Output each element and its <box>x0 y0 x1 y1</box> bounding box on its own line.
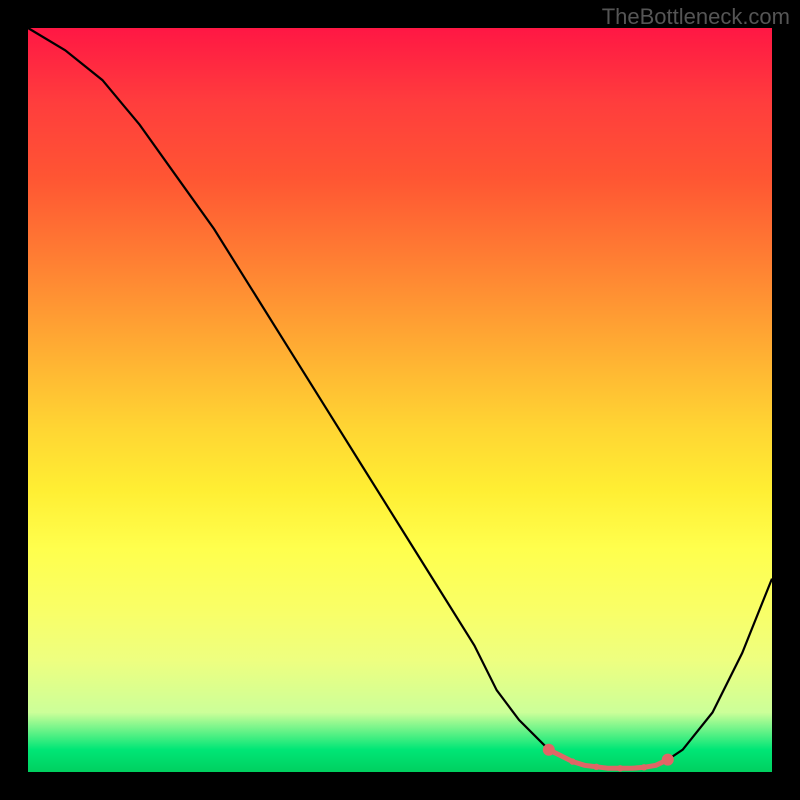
flat-region-dot <box>617 765 623 771</box>
watermark-text: TheBottleneck.com <box>602 4 790 30</box>
flat-region-dot <box>569 758 575 764</box>
chart-svg <box>28 28 772 772</box>
flat-region-highlight <box>543 744 674 772</box>
flat-region-end-dot <box>662 754 674 766</box>
bottleneck-curve-line <box>28 28 772 768</box>
flat-region-dot <box>641 764 647 770</box>
flat-region-dot <box>593 764 599 770</box>
flat-region-line <box>549 750 668 769</box>
flat-region-start-dot <box>543 744 555 756</box>
chart-plot-area <box>28 28 772 772</box>
